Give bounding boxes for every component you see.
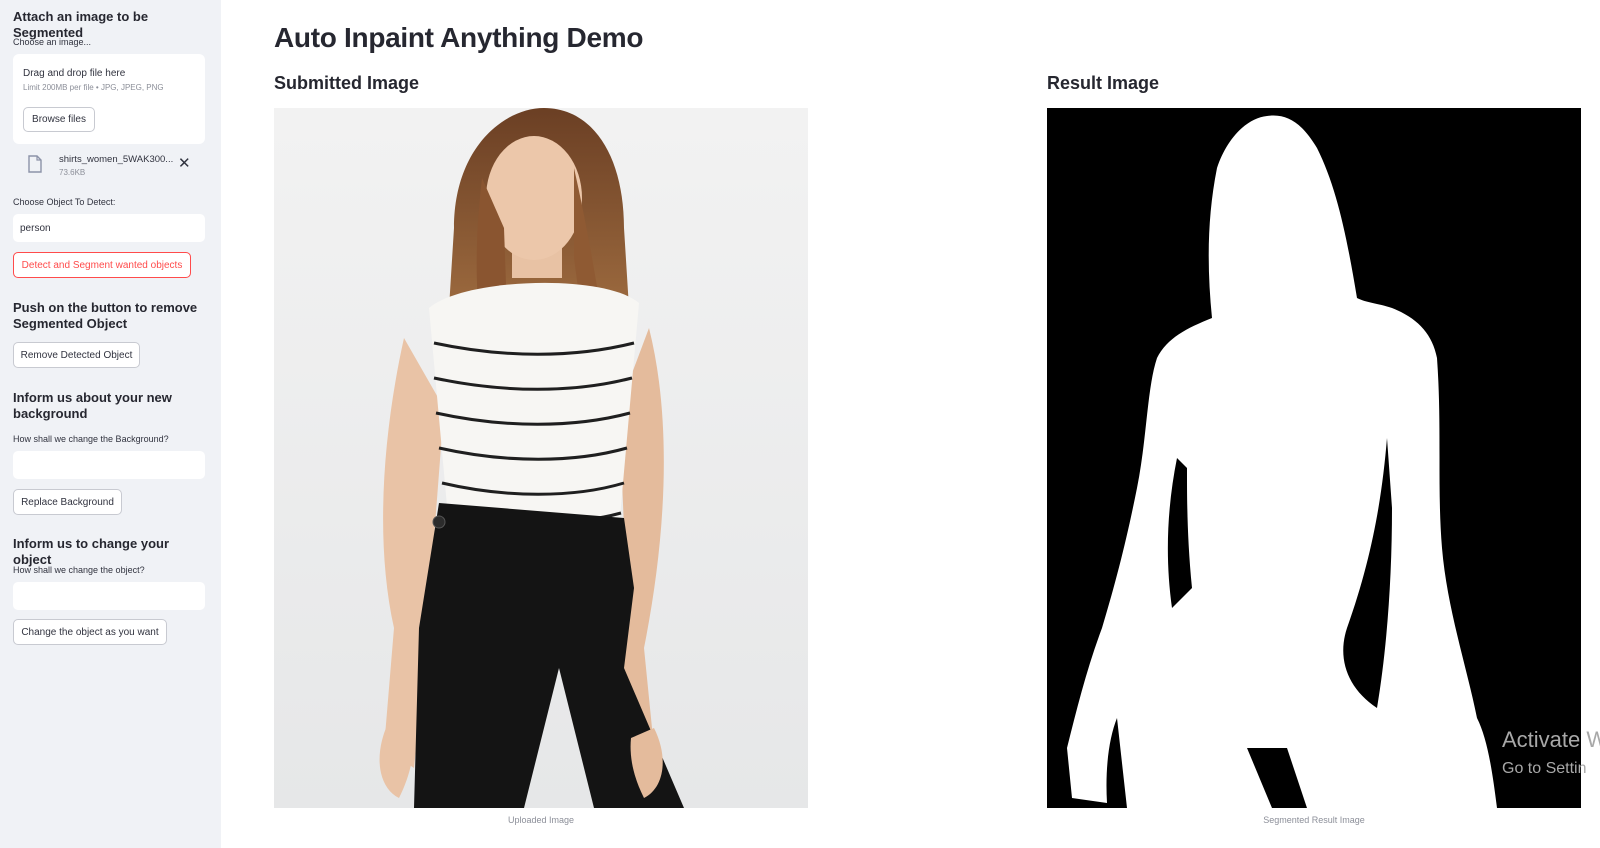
file-dropzone[interactable]: Drag and drop file here Limit 200MB per … [13,54,205,144]
file-icon [28,155,42,173]
browse-files-button[interactable]: Browse files [23,107,95,132]
page-title: Auto Inpaint Anything Demo [274,22,644,53]
upload-label: Choose an image... [13,37,92,47]
change-object-button[interactable]: Change the object as you want [13,619,167,645]
object-input[interactable] [13,214,205,242]
object-change-input[interactable] [13,582,205,610]
close-icon[interactable]: ✕ [178,154,191,172]
segmentation-mask [1047,108,1581,808]
file-size: 73.6KB [59,168,86,177]
dropzone-title: Drag and drop file here [23,68,126,79]
detect-segment-button[interactable]: Detect and Segment wanted objects [13,252,191,278]
background-label: How shall we change the Background? [13,434,169,444]
object-label: Choose Object To Detect: [13,197,116,207]
dropzone-limit: Limit 200MB per file • JPG, JPEG, PNG [23,83,164,92]
replace-background-button[interactable]: Replace Background [13,489,122,515]
remove-object-button[interactable]: Remove Detected Object [13,342,140,368]
sidebar: Attach an image to be Segmented Choose a… [0,0,221,848]
background-heading: Inform us about your new background [13,390,172,421]
submitted-image [274,108,808,808]
remove-heading: Push on the button to remove Segmented O… [13,300,198,331]
background-input[interactable] [13,451,205,479]
object-change-heading: Inform us to change your object [13,536,170,567]
result-image-caption: Segmented Result Image [1263,815,1365,825]
result-image-heading: Result Image [1047,73,1160,93]
activation-watermark-title: Activate W [1502,727,1600,752]
submitted-image-heading: Submitted Image [274,73,420,93]
submitted-photo [274,108,808,808]
object-change-label: How shall we change the object? [13,565,145,575]
file-name: shirts_women_5WAK300... [59,154,174,165]
app-root: Attach an image to be Segmented Choose a… [0,0,1600,848]
result-image [1047,108,1581,808]
uploaded-file: shirts_women_5WAK300... 73.6KB ✕ [13,150,205,182]
submitted-image-caption: Uploaded Image [507,815,575,825]
activation-watermark-subtitle: Go to Settin [1502,760,1587,777]
